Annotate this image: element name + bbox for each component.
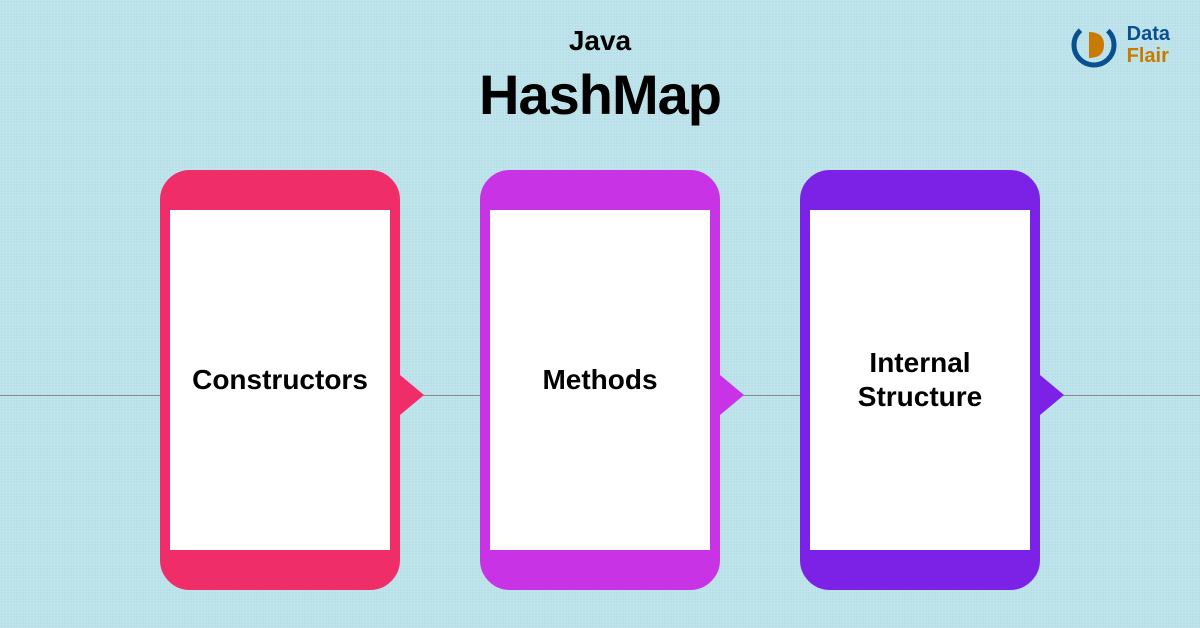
arrow-right-icon — [400, 375, 424, 415]
card-inner: Internal Structure — [810, 210, 1030, 550]
card-label: Methods — [542, 363, 657, 397]
logo-text: Data Flair — [1127, 23, 1170, 67]
card-top-bar — [490, 180, 710, 210]
card-constructors: Constructors — [160, 170, 400, 590]
card-inner: Methods — [490, 210, 710, 550]
cards-container: Constructors Methods Internal Structure — [0, 170, 1200, 590]
card-internal-structure: Internal Structure — [800, 170, 1040, 590]
card-label: Internal Structure — [820, 346, 1020, 413]
card-bottom-bar — [490, 550, 710, 580]
title-area: Java HashMap — [0, 0, 1200, 127]
arrow-right-icon — [720, 375, 744, 415]
page-title: HashMap — [0, 62, 1200, 127]
card-body: Methods — [480, 170, 720, 590]
card-body: Constructors — [160, 170, 400, 590]
page-subtitle: Java — [0, 25, 1200, 57]
dataflair-logo-icon — [1069, 20, 1119, 70]
logo-line1: Data — [1127, 23, 1170, 45]
card-label: Constructors — [192, 363, 368, 397]
card-body: Internal Structure — [800, 170, 1040, 590]
logo: Data Flair — [1069, 20, 1170, 70]
card-inner: Constructors — [170, 210, 390, 550]
arrow-right-icon — [1040, 375, 1064, 415]
card-top-bar — [810, 180, 1030, 210]
card-bottom-bar — [170, 550, 390, 580]
card-bottom-bar — [810, 550, 1030, 580]
card-top-bar — [170, 180, 390, 210]
logo-line2: Flair — [1127, 45, 1170, 67]
card-methods: Methods — [480, 170, 720, 590]
